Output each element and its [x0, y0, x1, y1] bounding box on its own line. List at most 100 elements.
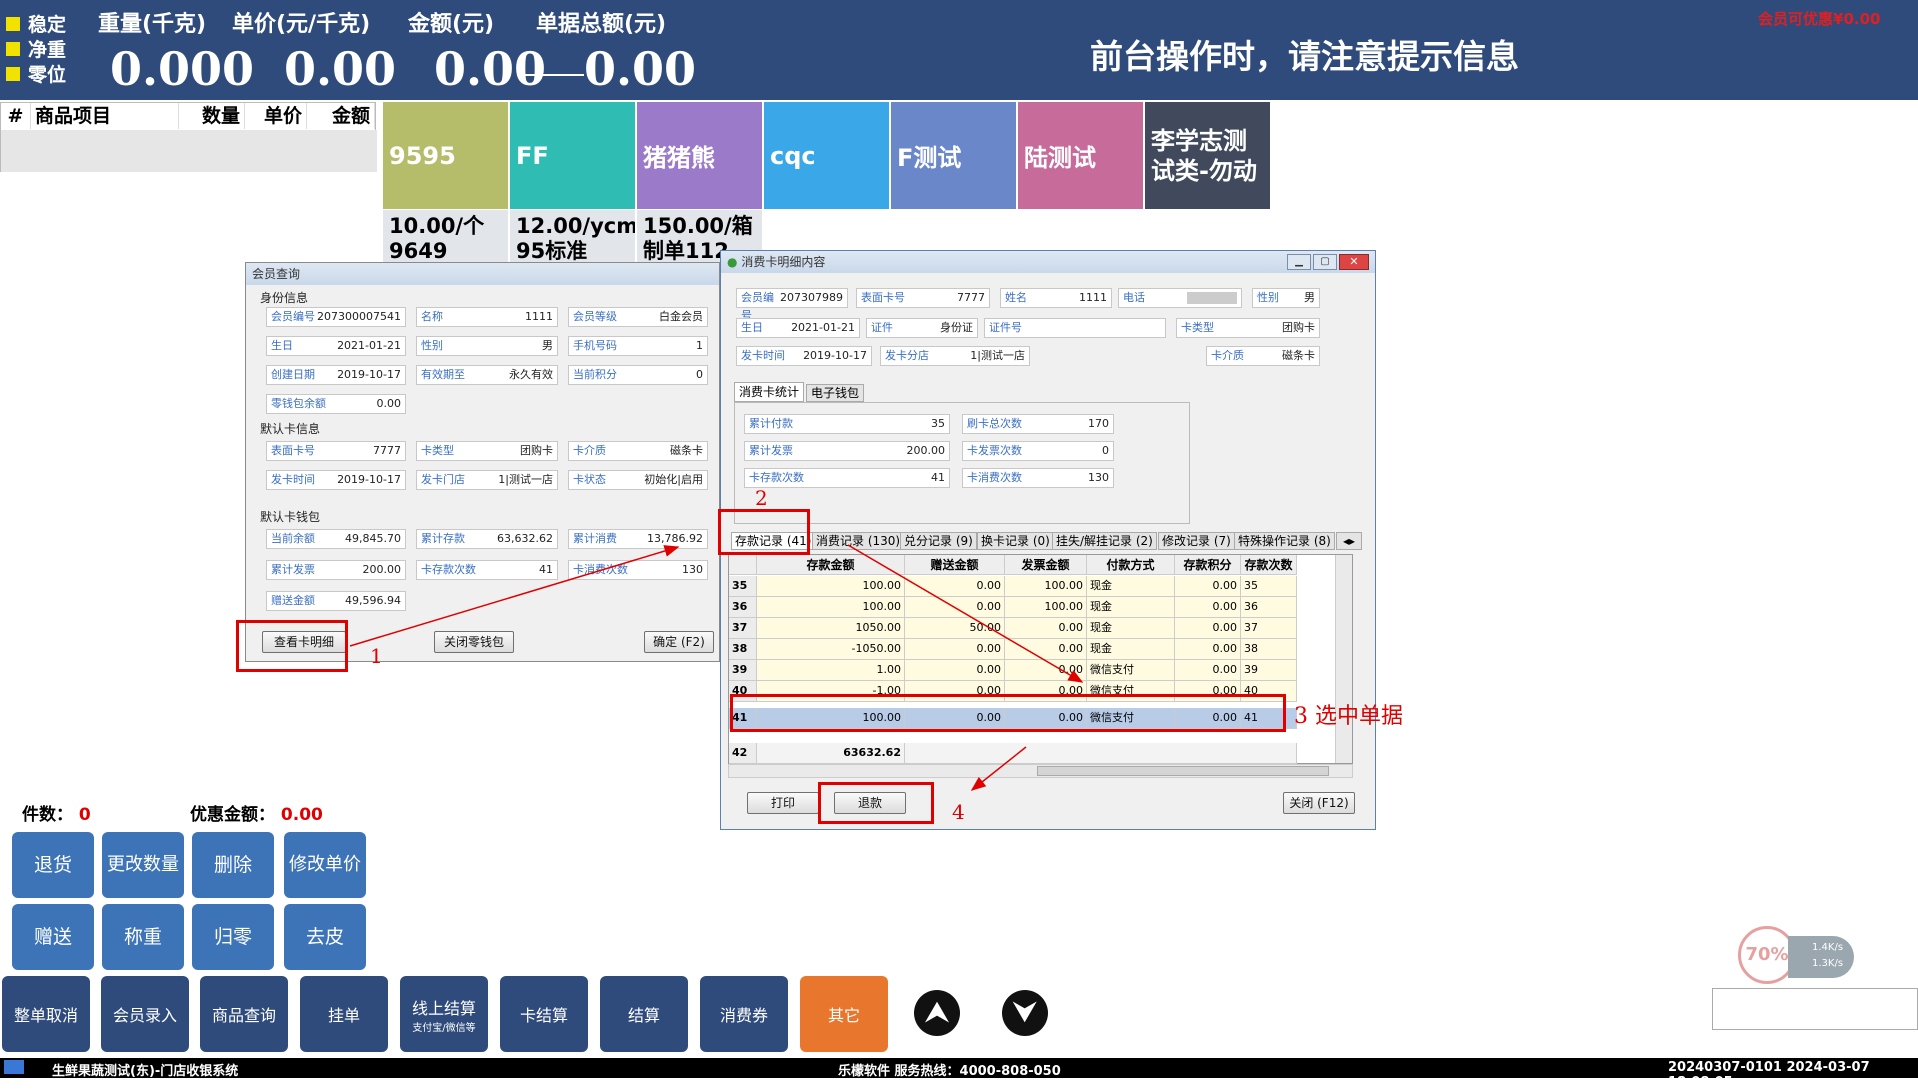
grid-cell: 37	[1241, 618, 1297, 639]
settle-button[interactable]: 结算	[600, 976, 688, 1052]
col-deposit-points[interactable]: 存款积分	[1175, 555, 1241, 575]
grid-corner	[729, 555, 757, 575]
tab-points-records[interactable]: 兑分记录 (9)	[900, 532, 977, 550]
annotation-box-4	[818, 782, 934, 824]
weight-value: 0.000	[110, 42, 255, 96]
grid-cell: 100.00	[757, 576, 905, 597]
product-tile-lutest[interactable]: 陆测试	[1018, 102, 1143, 209]
section-identity: 身份信息	[260, 291, 309, 305]
field-card-type: 卡类型 团购卡	[1176, 318, 1320, 338]
product-tile-ff[interactable]: FF	[510, 102, 635, 209]
ok-button[interactable]: 确定 (F2)	[644, 631, 714, 653]
product-tile-lixuezhi[interactable]: 李学志测试类-勿动	[1145, 102, 1270, 209]
col-deposit-count[interactable]: 存款次数	[1241, 555, 1297, 575]
annotation-box-1	[236, 620, 348, 672]
field-issue-time: 发卡时间 2019-10-17	[266, 470, 406, 490]
scan-input[interactable]	[1712, 988, 1918, 1030]
network-speed-widget[interactable]: 70% 1.4K/s 1.3K/s	[1738, 922, 1856, 984]
zero-button[interactable]: 归零	[192, 904, 274, 970]
tab-loss-records[interactable]: 挂失/解挂记录 (2)	[1052, 532, 1157, 550]
table-row[interactable]: 36 100.00 0.00 100.00 现金 0.00 36	[729, 597, 1297, 618]
annotation-label-4: 4	[952, 800, 965, 824]
gift-button[interactable]: 赠送	[12, 904, 94, 970]
arrow-down-icon[interactable]: ⮟	[1002, 990, 1048, 1036]
col-invoice-amount[interactable]: 发票金额	[1005, 555, 1087, 575]
minimize-icon[interactable]: ▁	[1287, 254, 1311, 270]
order-table[interactable]: # 商品项目 数量 单价 金额	[0, 102, 377, 172]
col-gift-amount[interactable]: 赠送金额	[905, 555, 1005, 575]
return-button[interactable]: 退货	[12, 832, 94, 898]
price-card[interactable]: 10.00/个 9649	[383, 210, 508, 262]
tab-card-change-records[interactable]: 换卡记录 (0)	[977, 532, 1054, 550]
col-payment-method[interactable]: 付款方式	[1087, 555, 1175, 575]
grid-cell: 现金	[1087, 639, 1175, 660]
grid-cell: 0.00	[1175, 660, 1241, 681]
table-row[interactable]: 39 1.00 0.00 0.00 微信支付 0.00 39	[729, 660, 1297, 681]
table-row[interactable]: 37 1050.00 50.00 0.00 现金 0.00 37	[729, 618, 1297, 639]
store-name: 生鲜果蔬测试(东)-门店收银系统	[52, 1064, 239, 1079]
tab-card-stats[interactable]: 消费卡统计	[734, 382, 805, 402]
tab-consume-records[interactable]: 消费记录 (130)	[812, 532, 905, 550]
vertical-scrollbar[interactable]	[1335, 555, 1352, 763]
speed-readout: 1.4K/s 1.3K/s	[1788, 936, 1854, 978]
top-bar: 稳定 净重 零位 重量(千克) 单价(元/千克) 金额(元) 单据总额(元) 0…	[0, 0, 1918, 100]
grid-cell: 38	[729, 639, 757, 660]
arrow-up-icon[interactable]: ⮝	[914, 990, 960, 1036]
tab-scroll-arrows[interactable]: ◂▸	[1336, 532, 1362, 550]
field-issue-store: 发卡门店 1|测试一店	[416, 470, 558, 490]
weigh-button[interactable]: 称重	[102, 904, 184, 970]
modify-price-button[interactable]: 修改单价	[284, 832, 366, 898]
deposit-records-grid[interactable]: 存款金额 赠送金额 发票金额 付款方式 存款积分 存款次数 35 100.00 0.…	[728, 554, 1353, 764]
member-entry-button[interactable]: 会员录入	[101, 976, 189, 1052]
field-invoice-count: 卡发票次数 0	[962, 441, 1114, 461]
table-row[interactable]: 38 -1050.00 0.00 0.00 现金 0.00 38	[729, 639, 1297, 660]
coupon-button[interactable]: 消费券	[700, 976, 788, 1052]
weight-header: 重量(千克)	[98, 12, 207, 37]
price-card[interactable]: 12.00/ycm1 95标准	[510, 210, 635, 262]
product-tile-cqc[interactable]: cqc	[764, 102, 889, 209]
delete-button[interactable]: 删除	[192, 832, 274, 898]
datetime: 20240307-0101 2024-03-07 18:08:05	[1668, 1060, 1870, 1090]
status-bar: 生鲜果蔬测试(东)-门店收银系统 乐檬软件 服务热线：4000-808-050 …	[0, 1058, 1918, 1090]
field-total-deposit: 累计存款 63,632.62	[416, 529, 558, 549]
cancel-order-button[interactable]: 整单取消	[2, 976, 90, 1052]
field-consume-count: 卡消费次数 130	[962, 468, 1114, 488]
field-birthday: 生日 2021-01-21	[736, 318, 860, 338]
col-index: #	[1, 103, 31, 129]
close-icon[interactable]: ✕	[1339, 254, 1369, 270]
product-tile-zhuzhuxiong[interactable]: 猪猪熊	[637, 102, 762, 209]
field-wallet-balance: 零钱包余额 0.00	[266, 394, 406, 414]
item-count: 件数： 0	[22, 805, 91, 825]
table-row[interactable]: 35 100.00 0.00 100.00 现金 0.00 35	[729, 576, 1297, 597]
service-hotline: 乐檬软件 服务热线：4000-808-050	[838, 1064, 1061, 1079]
tab-special-records[interactable]: 特殊操作记录 (8)	[1234, 532, 1335, 550]
online-settle-button[interactable]: 线上结算 支付宝/微信等	[400, 976, 488, 1052]
product-query-button[interactable]: 商品查询	[200, 976, 288, 1052]
grid-cell: 0.00	[1175, 597, 1241, 618]
print-button[interactable]: 打印	[747, 792, 819, 814]
tab-modify-records[interactable]: 修改记录 (7)	[1158, 532, 1235, 550]
grid-cell: 0.00	[1175, 618, 1241, 639]
product-tile-ftest[interactable]: F测试	[891, 102, 1016, 209]
hold-order-button[interactable]: 挂单	[300, 976, 388, 1052]
card-settle-button[interactable]: 卡结算	[500, 976, 588, 1052]
total-value: 0.00	[584, 42, 697, 96]
table-row[interactable]	[1, 130, 377, 172]
grid-cell: 100.00	[1005, 597, 1087, 618]
member-discount-text: 会员可优惠¥0.00	[1758, 10, 1881, 28]
net-weight-indicator: 净重	[6, 35, 66, 62]
scroll-thumb[interactable]	[1037, 766, 1329, 776]
maximize-icon[interactable]: ▢	[1313, 254, 1337, 270]
field-current-balance: 当前余额 49,845.70	[266, 529, 406, 549]
close-button[interactable]: 关闭 (F12)	[1283, 792, 1355, 814]
change-qty-button[interactable]: 更改数量	[102, 832, 184, 898]
notice-text: 前台操作时，请注意提示信息	[1090, 37, 1519, 76]
col-deposit-amount[interactable]: 存款金额	[757, 555, 905, 575]
annotation-label-1: 1	[370, 644, 383, 668]
tab-e-wallet[interactable]: 电子钱包	[806, 384, 865, 402]
tare-button[interactable]: 去皮	[284, 904, 366, 970]
close-wallet-button[interactable]: 关闭零钱包	[434, 631, 514, 653]
product-tile-9595[interactable]: 9595	[383, 102, 508, 209]
other-button[interactable]: 其它	[800, 976, 888, 1052]
horizontal-scrollbar[interactable]	[728, 764, 1353, 778]
